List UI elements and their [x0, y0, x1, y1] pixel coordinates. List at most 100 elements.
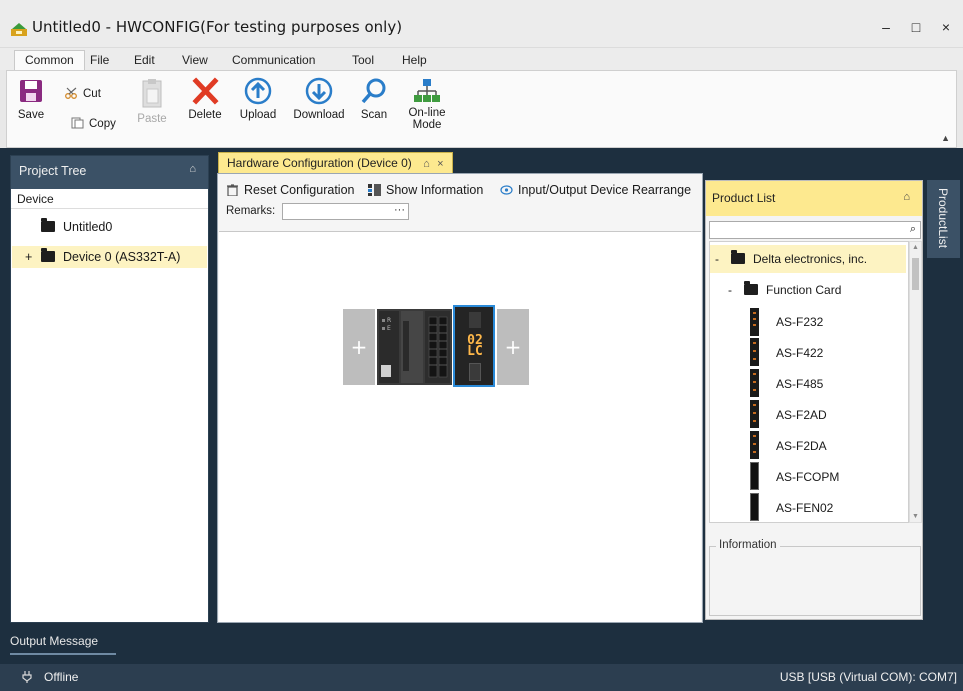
- title-bar: Untitled0 - HWCONFIG(For testing purpose…: [0, 0, 963, 48]
- scan-label: Scan: [360, 109, 388, 121]
- save-label: Save: [17, 109, 45, 121]
- paste-label: Paste: [137, 113, 167, 125]
- delete-button[interactable]: Delete: [185, 77, 225, 121]
- tab-hardware-configuration[interactable]: Hardware Configuration (Device 0) ⌂ ×: [218, 152, 453, 173]
- scrollbar-thumb[interactable]: [912, 258, 919, 290]
- product-tree[interactable]: - Delta electronics, inc. - Function Card …: [709, 241, 909, 523]
- tree-item-label: Device 0 (AS332T-A): [63, 250, 181, 264]
- tree-item-function-card[interactable]: - Function Card: [728, 281, 842, 297]
- cut-label: Cut: [83, 88, 101, 100]
- scroll-up-icon[interactable]: ▲: [912, 244, 919, 251]
- upload-label: Upload: [239, 109, 277, 121]
- magnifier-icon: [361, 78, 386, 104]
- rearrange-icon: [500, 185, 513, 195]
- remarks-label: Remarks:: [226, 205, 276, 217]
- collapse-toggle[interactable]: -: [715, 252, 731, 266]
- product-item-as-fen02[interactable]: AS-FEN02: [776, 501, 833, 515]
- show-information-button[interactable]: Show Information: [368, 183, 483, 197]
- status-bar: Offline USB [USB (Virtual COM): COM7]: [0, 664, 963, 691]
- offline-label: Offline: [44, 670, 79, 684]
- info-blocks-icon: [368, 184, 381, 196]
- expand-toggle[interactable]: +: [25, 250, 41, 264]
- menu-bar: Common File Edit View Communication Tool…: [0, 48, 963, 70]
- card-thumbnail: [750, 338, 759, 366]
- project-tree-title: Project Tree: [19, 164, 87, 178]
- reset-label: Reset Configuration: [244, 183, 355, 197]
- product-item-as-f2ad[interactable]: AS-F2AD: [776, 408, 827, 422]
- product-search-input[interactable]: ⌕: [709, 221, 921, 239]
- project-tree-header: Project Tree ⌂: [11, 156, 208, 189]
- ribbon-collapse-icon[interactable]: ▲: [941, 133, 950, 143]
- download-button[interactable]: Download: [291, 77, 347, 121]
- product-list-panel: Product List ⌂ ⌕ - Delta electronics, inc…: [705, 180, 923, 620]
- connection-status: Offline: [22, 670, 78, 684]
- hardware-configuration-panel: Reset Configuration Show Information Inp…: [217, 173, 703, 623]
- card-thumbnail: [750, 308, 759, 336]
- tree-item-untitled0[interactable]: Untitled0: [41, 218, 112, 234]
- svg-text:R: R: [387, 317, 391, 324]
- online-mode-label-2: Mode: [412, 119, 442, 131]
- side-tab-label: ProductList: [936, 188, 950, 249]
- remarks-browse-button[interactable]: ···: [394, 204, 405, 216]
- tab-close-icon[interactable]: ×: [437, 158, 443, 170]
- upload-icon: [244, 77, 272, 105]
- plug-icon: [22, 671, 32, 683]
- product-item-as-f485[interactable]: AS-F485: [776, 377, 823, 391]
- hardware-canvas[interactable]: + R E 02 LC +: [219, 231, 701, 622]
- reset-configuration-button[interactable]: Reset Configuration: [226, 183, 354, 197]
- product-item-as-f422[interactable]: AS-F422: [776, 346, 823, 360]
- product-list-header: Product List ⌂: [706, 181, 922, 216]
- card-thumbnail: [750, 493, 759, 521]
- folder-icon: [41, 218, 55, 232]
- paste-button[interactable]: Paste: [137, 77, 167, 125]
- rearrange-button[interactable]: Input/Output Device Rearrange: [500, 183, 691, 197]
- product-list-title: Product List: [712, 191, 776, 205]
- save-button[interactable]: Save: [13, 77, 49, 121]
- online-mode-button[interactable]: On-line Mode: [407, 77, 447, 131]
- add-slot-right-button[interactable]: +: [497, 309, 529, 385]
- app-icon: [11, 23, 27, 36]
- copy-button[interactable]: Copy: [71, 117, 116, 130]
- add-slot-left-button[interactable]: +: [343, 309, 375, 385]
- product-item-as-f2da[interactable]: AS-F2DA: [776, 439, 827, 453]
- remarks-input[interactable]: ···: [282, 203, 409, 220]
- side-tab-product-list[interactable]: ProductList: [927, 180, 960, 258]
- output-message-tab[interactable]: Output Message: [10, 634, 98, 648]
- function-card-module[interactable]: 02 LC: [453, 305, 495, 387]
- tab-pin-icon[interactable]: ⌂: [423, 158, 430, 170]
- menu-tab-view[interactable]: View: [172, 51, 218, 70]
- scroll-down-icon[interactable]: ▼: [912, 513, 919, 520]
- collapse-toggle[interactable]: -: [728, 283, 744, 297]
- copy-icon: [71, 117, 84, 129]
- search-icon[interactable]: ⌕: [910, 223, 916, 236]
- product-item-as-f232[interactable]: AS-F232: [776, 315, 823, 329]
- category-label: Function Card: [766, 283, 842, 297]
- card-thumbnail: [750, 369, 759, 397]
- copy-label: Copy: [89, 118, 116, 130]
- usb-connection-info: USB [USB (Virtual COM): COM7]: [779, 670, 957, 684]
- cut-button[interactable]: Cut: [65, 87, 101, 100]
- vendor-label: Delta electronics, inc.: [753, 252, 868, 266]
- maximize-button[interactable]: □: [903, 14, 929, 40]
- card-thumbnail: [750, 431, 759, 459]
- menu-tab-communication[interactable]: Communication: [222, 51, 325, 70]
- upload-button[interactable]: Upload: [237, 77, 279, 121]
- pin-icon[interactable]: ⌂: [189, 163, 196, 175]
- menu-tab-common[interactable]: Common: [14, 50, 85, 70]
- product-item-as-fcopm[interactable]: AS-FCOPM: [776, 470, 839, 484]
- close-button[interactable]: ×: [933, 14, 959, 40]
- paste-icon: [142, 79, 162, 108]
- menu-tab-tool[interactable]: Tool: [342, 51, 384, 70]
- tree-item-device-0[interactable]: + Device 0 (AS332T-A): [25, 248, 181, 264]
- menu-tab-help[interactable]: Help: [392, 51, 437, 70]
- menu-tab-file[interactable]: File: [80, 51, 119, 70]
- ribbon: Save Cut Copy Paste Delete Upload Downlo…: [6, 70, 957, 148]
- tree-item-delta-electronics[interactable]: - Delta electronics, inc.: [715, 250, 868, 266]
- svg-text:E: E: [387, 325, 391, 332]
- scan-button[interactable]: Scan: [357, 77, 391, 121]
- minimize-button[interactable]: –: [873, 14, 899, 40]
- cpu-module[interactable]: R E: [377, 307, 452, 387]
- pin-icon[interactable]: ⌂: [903, 191, 910, 203]
- menu-tab-edit[interactable]: Edit: [124, 51, 165, 70]
- product-list-scrollbar[interactable]: ▲ ▼: [909, 241, 922, 523]
